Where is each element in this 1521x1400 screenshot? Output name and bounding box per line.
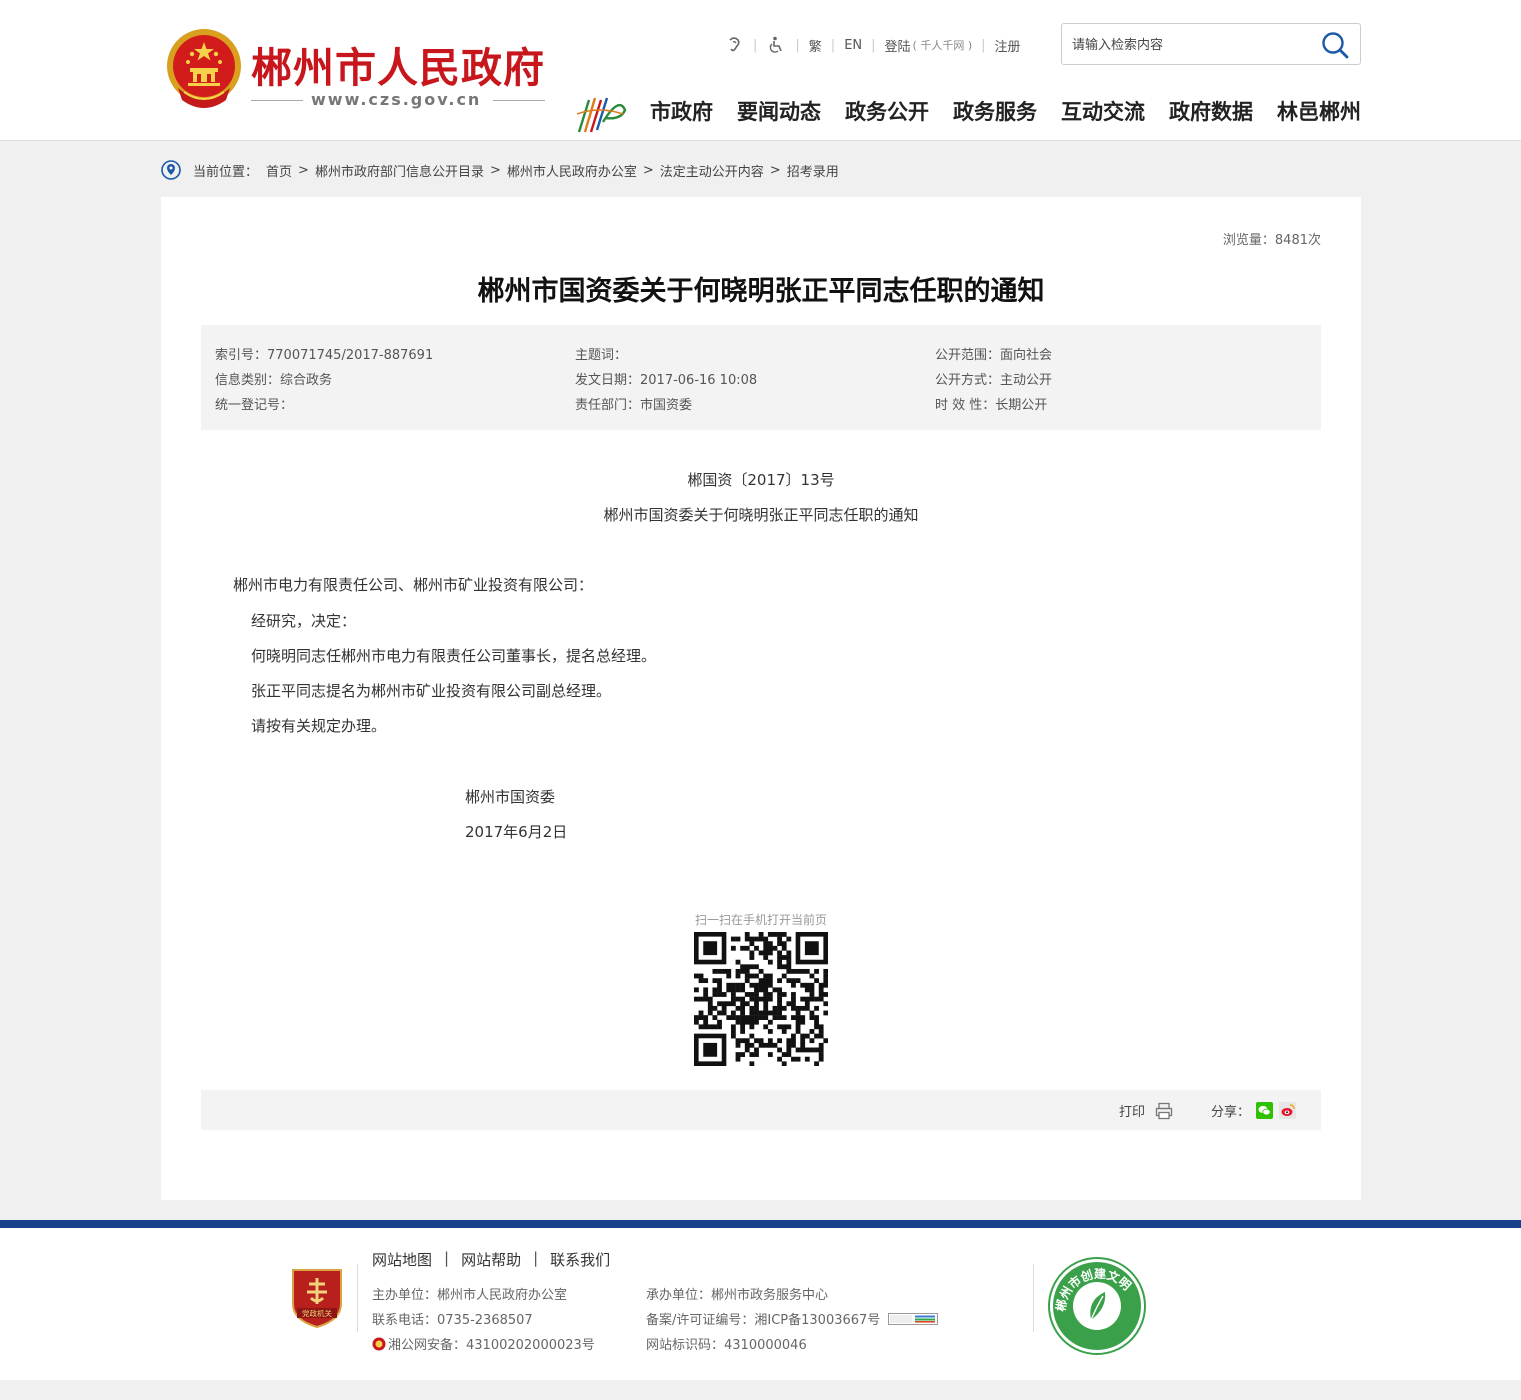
weibo-icon[interactable] [1279, 1102, 1297, 1119]
footer-site-code: 网站标识码：4310000046 [646, 1338, 807, 1353]
divider [493, 100, 545, 101]
badge-text: 党政机关 [302, 1308, 332, 1318]
breadcrumb-label: 当前位置： [193, 164, 259, 180]
breadcrumb-directory[interactable]: 郴州市政府部门信息公开目录 [315, 161, 484, 180]
city-logo-icon [576, 97, 627, 133]
divider [1033, 1264, 1034, 1332]
view-count: 浏览量：8481次 [1222, 233, 1321, 248]
article-panel: 浏览量：8481次 郴州市国资委关于何晓明张正平同志任职的通知 索引号：7700… [161, 197, 1361, 1200]
article-toolbar: 打印 分享： [201, 1090, 1321, 1130]
breadcrumb-content[interactable]: 法定主动公开内容 [660, 161, 764, 180]
top-links: | | 繁 | EN | 登陆 ( 千人千网 ) | 注册 [724, 34, 1021, 56]
footer-icp-row[interactable]: 备案/许可证编号：湘ICP备13003667号 [646, 1309, 939, 1328]
page-bottom-strip [0, 1380, 1521, 1400]
national-emblem-icon[interactable] [164, 26, 244, 112]
doc-paragraph: 何晓明同志任郴州市电力有限责任公司董事长，提名总经理。 [251, 647, 657, 665]
breadcrumb: 当前位置： 首页 > 郴州市政府部门信息公开目录 > 郴州市人民政府办公室 > … [161, 158, 839, 182]
print-button[interactable]: 打印 [1119, 1101, 1173, 1120]
breadcrumb-recruitment[interactable]: 招考录用 [787, 161, 839, 180]
civilized-website-badge-icon[interactable]: 郴州市创建文明网站 [1047, 1256, 1147, 1356]
meta-validity: 时 效 性：长期公开 [935, 398, 1048, 413]
qr-caption: 扫一扫在手机打开当前页 [694, 913, 827, 927]
share-group: 分享： [1211, 1101, 1297, 1120]
party-gov-badge-icon[interactable]: 党政机关 [289, 1264, 345, 1328]
meta-reg-no: 统一登记号： [215, 398, 294, 413]
doc-sign-date: 2017年6月2日 [465, 823, 568, 841]
footer-police-row[interactable]: 湘公网安备：43100202000023号 [372, 1334, 595, 1353]
footer-police: 湘公网安备：43100202000023号 [388, 1338, 595, 1353]
meta-info-box: 索引号：770071745/2017-887691 信息类别：综合政务 统一登记… [201, 325, 1321, 430]
divider [357, 1264, 358, 1332]
doc-paragraph: 张正平同志提名为郴州市矿业投资有限公司副总经理。 [251, 682, 612, 700]
nav-interaction[interactable]: 互动交流 [1061, 96, 1145, 126]
page-title: 郴州市国资委关于何晓明张正平同志任职的通知 [477, 276, 1045, 307]
footer-sponsor: 主办单位：郴州市人民政府办公室 [372, 1288, 568, 1303]
footer-sitemap-link[interactable]: 网站地图 [372, 1249, 432, 1270]
printer-icon [1155, 1102, 1173, 1119]
main-nav: 市政府 要闻动态 政务公开 政务服务 互动交流 政府数据 林邑郴州 [650, 96, 1361, 126]
footer-help-link[interactable]: 网站帮助 [461, 1249, 521, 1270]
meta-index-no: 索引号：770071745/2017-887691 [215, 348, 434, 363]
police-emblem-icon [372, 1337, 386, 1350]
search-box [1061, 23, 1361, 65]
footer-contact-link[interactable]: 联系我们 [550, 1249, 610, 1270]
doc-paragraph: 经研究，决定： [251, 612, 357, 630]
breadcrumb-home[interactable]: 首页 [266, 161, 292, 180]
meta-method: 公开方式：主动公开 [935, 373, 1053, 388]
qr-code [694, 932, 828, 1066]
footer-links: 网站地图 | 网站帮助 | 联系我们 [372, 1249, 611, 1270]
register-link[interactable]: 注册 [995, 36, 1021, 55]
nav-services[interactable]: 政务服务 [953, 96, 1037, 126]
english-link[interactable]: EN [844, 38, 862, 53]
login-link[interactable]: 登陆 [885, 36, 911, 55]
footer-icp: 备案/许可证编号：湘ICP备13003667号 [646, 1313, 881, 1328]
nav-linyi-chenzhou[interactable]: 林邑郴州 [1277, 96, 1361, 126]
meta-issue-date: 发文日期：2017-06-16 10:08 [575, 373, 758, 388]
nav-gov-data[interactable]: 政府数据 [1169, 96, 1253, 126]
divider [251, 100, 303, 101]
meta-scope: 公开范围：面向社会 [935, 348, 1053, 363]
wechat-icon[interactable] [1256, 1102, 1274, 1119]
doc-recipients: 郴州市电力有限责任公司、郴州市矿业投资有限公司： [233, 576, 594, 594]
login-sub-label: ( 千人千网 ) [912, 39, 973, 52]
site-url-row: www.czs.gov.cn [251, 90, 545, 110]
breadcrumb-office[interactable]: 郴州市人民政府办公室 [507, 161, 637, 180]
footer-undertaker: 承办单位：郴州市政务服务中心 [646, 1288, 829, 1303]
doc-number: 郴国资〔2017〕13号 [687, 471, 835, 489]
print-label: 打印 [1119, 1105, 1146, 1120]
footer-divider-bar [0, 1220, 1521, 1228]
nav-gov-affairs[interactable]: 政务公开 [845, 96, 929, 126]
doc-subtitle: 郴州市国资委关于何晓明张正平同志任职的通知 [603, 506, 919, 524]
location-pin-icon [161, 160, 181, 180]
meta-department: 责任部门：市国资委 [575, 398, 693, 413]
cnzz-stats-icon[interactable] [888, 1312, 939, 1325]
site-footer: 党政机关 网站地图 | 网站帮助 | 联系我们 主办单位：郴州市人民政府办公室 … [0, 1228, 1521, 1380]
hearing-aid-icon[interactable] [724, 35, 744, 55]
site-header: 郴州市人民政府 www.czs.gov.cn | | 繁 | EN | 登陆 (… [0, 0, 1521, 141]
search-input[interactable] [1072, 34, 1312, 56]
nav-news[interactable]: 要闻动态 [737, 96, 821, 126]
traditional-chinese-link[interactable]: 繁 [809, 36, 822, 55]
meta-category: 信息类别：综合政务 [215, 373, 333, 388]
meta-subject: 主题词： [575, 348, 628, 363]
site-url: www.czs.gov.cn [311, 90, 482, 109]
site-name[interactable]: 郴州市人民政府 [251, 34, 545, 94]
nav-government[interactable]: 市政府 [650, 96, 713, 126]
doc-paragraph: 请按有关规定办理。 [251, 717, 387, 735]
doc-signature: 郴州市国资委 [465, 788, 556, 806]
footer-phone: 联系电话：0735-2368507 [372, 1313, 533, 1328]
share-label: 分享： [1211, 1105, 1251, 1120]
search-icon[interactable] [1320, 30, 1350, 60]
accessibility-icon[interactable] [766, 35, 786, 55]
